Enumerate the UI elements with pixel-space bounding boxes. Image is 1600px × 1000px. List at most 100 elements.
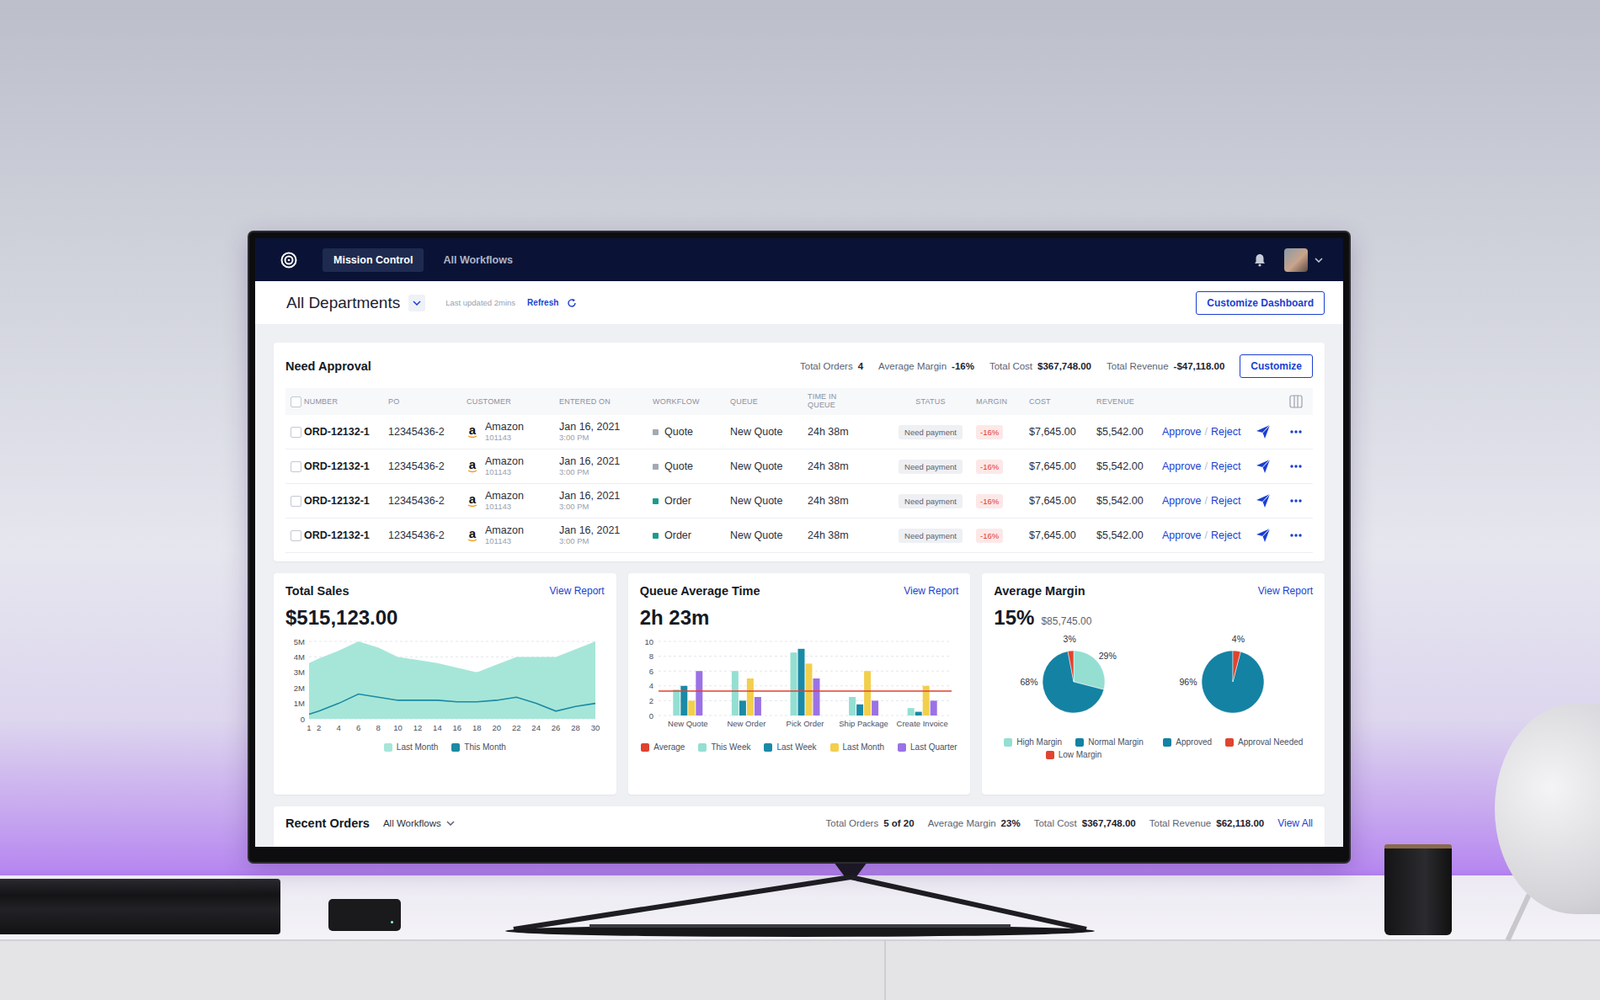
select-all-checkbox[interactable] — [290, 396, 302, 408]
table-row[interactable]: ORD-12132-112345436-2aAmazon101143Jan 16… — [285, 484, 1313, 519]
legend-swatch — [1162, 738, 1172, 747]
table-row[interactable]: ORD-12132-112345436-2aAmazon101143Jan 16… — [285, 518, 1313, 554]
nav-tab[interactable]: Mission Control — [322, 248, 424, 272]
more-icon[interactable] — [1289, 498, 1303, 504]
x-tick: 14 — [432, 723, 443, 733]
approve-link[interactable]: Approve — [1162, 426, 1202, 438]
reject-link[interactable]: Reject — [1210, 426, 1241, 438]
view-all-link[interactable]: View All — [1277, 817, 1313, 830]
x-tick: 8 — [375, 723, 380, 733]
x-tick: 10 — [393, 723, 403, 733]
approve-link[interactable]: Approve — [1162, 460, 1202, 473]
entered-on: Jan 16, 20213:00 PM — [559, 421, 653, 443]
column-label: QUEUE — [730, 397, 758, 406]
order-number[interactable]: ORD-12132-1 — [304, 426, 389, 438]
send-icon[interactable] — [1255, 528, 1271, 544]
user-avatar[interactable] — [1284, 248, 1308, 272]
customer-info: Amazon101143 — [485, 455, 524, 477]
chevron-down-icon[interactable] — [412, 300, 422, 306]
workflow-name: Quote — [664, 460, 694, 473]
table-row[interactable]: ORD-12132-112345436-2aAmazon101143Jan 16… — [285, 415, 1313, 450]
entered-on: Jan 16, 20213:00 PM — [559, 490, 653, 512]
margin-cell: -16% — [976, 425, 1030, 440]
column-header[interactable]: CUSTOMER — [466, 397, 560, 406]
column-header[interactable]: WORKFLOW — [652, 397, 731, 406]
table-row[interactable]: ORD-12132-112345436-2aAmazon101143Jan 16… — [285, 449, 1313, 485]
send-icon[interactable] — [1255, 424, 1271, 440]
legend-item: Approved — [1162, 737, 1212, 747]
legend-swatch — [1075, 738, 1084, 747]
margin-badge: -16% — [976, 459, 1003, 475]
view-report-link[interactable]: View Report — [1258, 585, 1313, 598]
legend-item: Approval Needed — [1225, 737, 1303, 747]
time-in-queue: 24h 38m — [807, 495, 886, 507]
cell — [285, 496, 304, 507]
order-number[interactable]: ORD-12132-1 — [304, 460, 389, 473]
row-checkbox[interactable] — [290, 426, 302, 438]
row-actions: Approve/Reject — [1162, 495, 1256, 507]
category-label: Pick Order — [785, 719, 824, 729]
column-header[interactable]: STATUS — [885, 397, 976, 406]
order-number[interactable]: ORD-12132-1 — [304, 529, 389, 542]
approve-link[interactable]: Approve — [1162, 495, 1202, 507]
y-tick: 2M — [293, 683, 305, 694]
view-report-link[interactable]: View Report — [903, 585, 959, 598]
x-tick: 24 — [531, 723, 541, 733]
queue-name: New Quote — [730, 529, 808, 542]
legend-label: High Margin — [1016, 737, 1062, 747]
entered-date: Jan 16, 2021 — [559, 524, 653, 537]
column-header[interactable]: ENTERED ON — [559, 397, 653, 406]
refresh-icon[interactable] — [566, 298, 577, 309]
order-number[interactable]: ORD-12132-1 — [304, 495, 389, 507]
chevron-down-icon[interactable] — [1314, 257, 1323, 263]
workflow-name: Quote — [664, 426, 694, 438]
legend-swatch — [451, 743, 460, 752]
reject-link[interactable]: Reject — [1210, 529, 1241, 542]
workflow-filter[interactable]: All Workflows — [383, 818, 455, 829]
approve-link[interactable]: Approve — [1162, 529, 1202, 542]
reject-link[interactable]: Reject — [1210, 495, 1241, 507]
more-icon[interactable] — [1289, 429, 1303, 435]
bar — [672, 689, 680, 716]
more-icon[interactable] — [1289, 464, 1303, 470]
column-header[interactable]: COST — [1029, 397, 1097, 406]
columns-icon[interactable] — [1289, 394, 1303, 409]
row-checkbox[interactable] — [290, 530, 302, 542]
row-checkbox[interactable] — [290, 461, 302, 473]
column-header[interactable]: PO — [388, 397, 467, 406]
category-label: Ship Package — [838, 719, 889, 729]
column-header[interactable]: QUEUE — [730, 397, 808, 406]
send-icon[interactable] — [1255, 493, 1271, 509]
legend-label: Last Quarter — [910, 742, 958, 752]
view-report-link[interactable]: View Report — [549, 585, 605, 598]
sales-chart: 5M4M3M2M1M0124681012141618202224262830 — [285, 634, 603, 740]
column-header[interactable]: REVENUE — [1096, 397, 1163, 406]
customize-dashboard-button[interactable]: Customize Dashboard — [1195, 291, 1325, 315]
column-header[interactable]: MARGIN — [976, 397, 1030, 406]
nav-tab[interactable]: All Workflows — [432, 248, 523, 272]
send-icon[interactable] — [1255, 458, 1271, 475]
customer-cell: aAmazon101143 — [466, 455, 560, 477]
chevron-down-icon[interactable] — [446, 821, 455, 827]
revenue: $5,542.00 — [1096, 495, 1163, 507]
row-checkbox[interactable] — [290, 496, 302, 507]
x-tick: 6 — [356, 723, 361, 733]
more-icon[interactable] — [1289, 533, 1303, 539]
entered-time: 3:00 PM — [559, 468, 653, 478]
status-badge: Need payment — [898, 494, 963, 509]
stat-label: Total Revenue — [1106, 361, 1169, 372]
po-number: 12345436-2 — [388, 460, 467, 473]
department-dropdown[interactable] — [408, 294, 426, 312]
summary-stat: Average Margin-16% — [878, 361, 975, 372]
separator: / — [1205, 426, 1208, 438]
column-header[interactable]: TIME IN QUEUE — [807, 393, 886, 411]
reject-link[interactable]: Reject — [1210, 460, 1241, 473]
refresh-link[interactable]: Refresh — [527, 298, 559, 308]
summary-stat: Total Orders4 — [800, 361, 864, 372]
bell-icon[interactable] — [1253, 253, 1266, 267]
cost: $7,645.00 — [1029, 460, 1097, 473]
logo-icon[interactable] — [280, 251, 298, 269]
smile-icon — [467, 504, 478, 508]
customize-button[interactable]: Customize — [1239, 354, 1313, 379]
column-header[interactable]: NUMBER — [304, 397, 389, 406]
